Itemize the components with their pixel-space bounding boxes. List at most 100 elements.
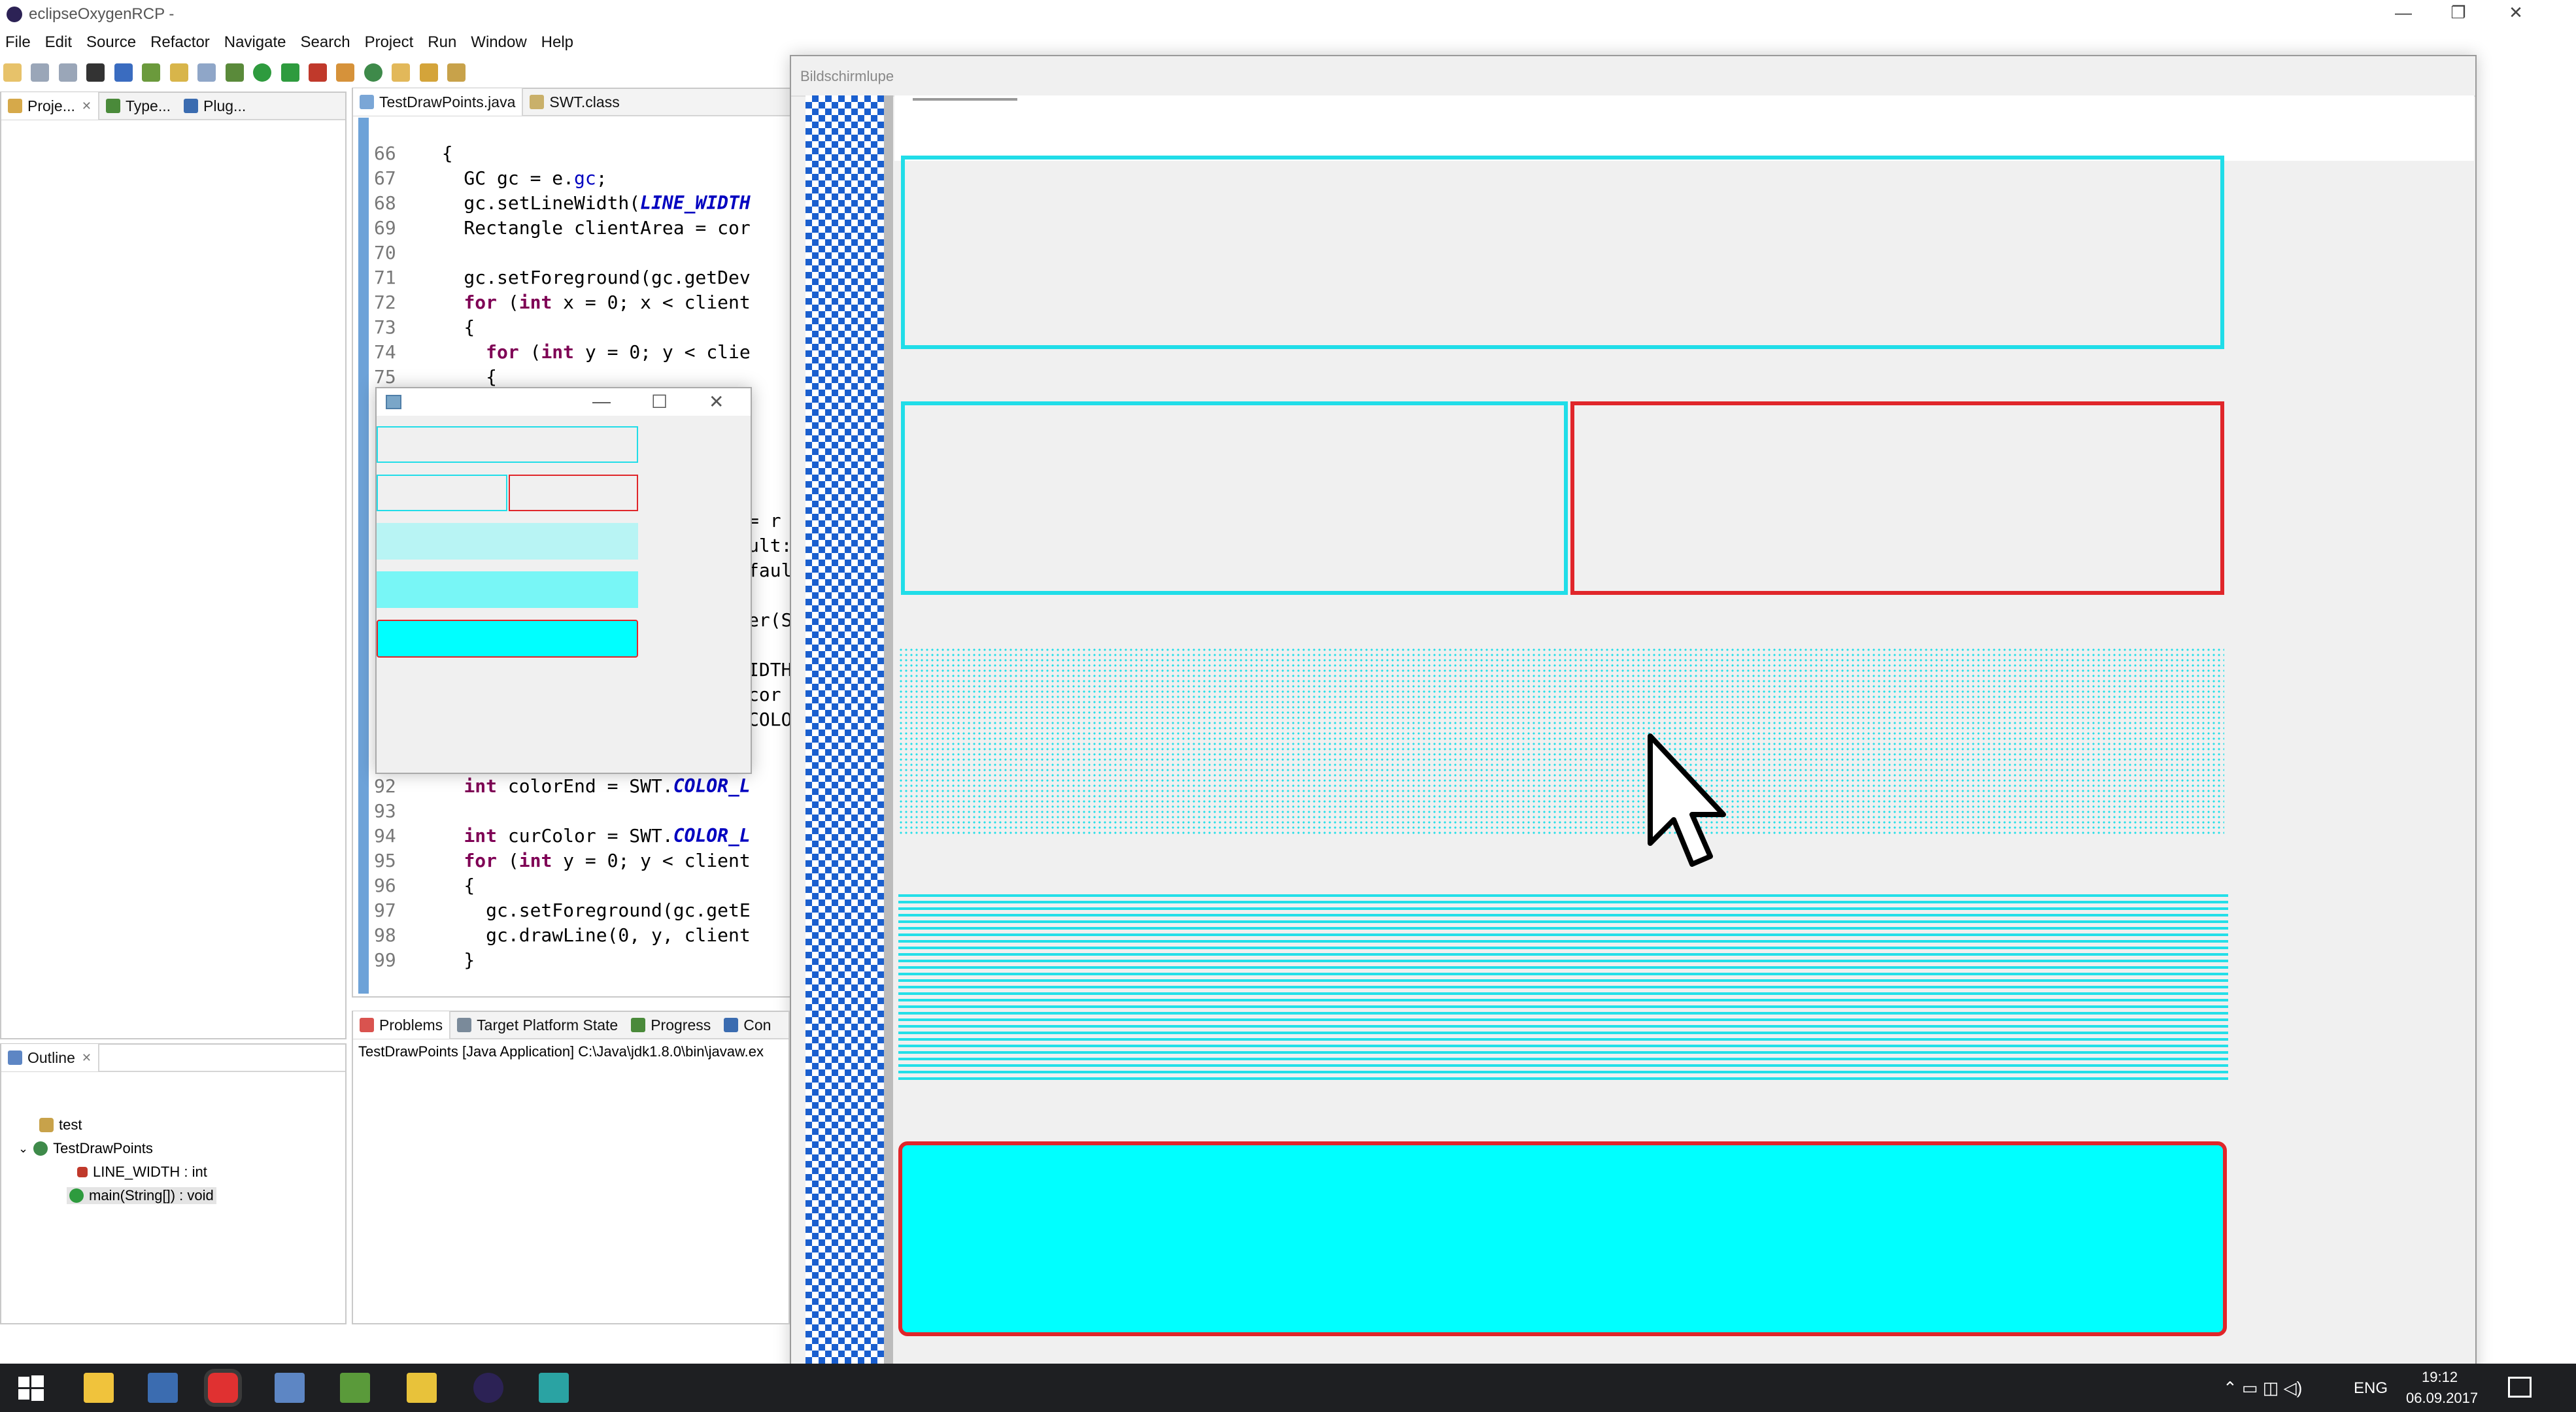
maximize-icon[interactable]: ☐ xyxy=(651,391,668,412)
code-line[interactable]: 69 Rectangle clientArea = cor xyxy=(374,216,751,241)
external-tools-icon[interactable] xyxy=(308,63,327,82)
menu-navigate[interactable]: Navigate xyxy=(224,31,286,54)
outline-tab-row: Outline ✕ xyxy=(1,1044,345,1072)
nav-back-icon[interactable] xyxy=(447,63,466,82)
eclipse-icon[interactable] xyxy=(473,1373,503,1403)
code-text: } xyxy=(420,949,475,971)
method-icon xyxy=(69,1188,84,1203)
skip-breakpoints-icon[interactable] xyxy=(114,63,133,82)
line-number: 75 xyxy=(374,366,396,388)
code-line[interactable]: 68 gc.setLineWidth(LINE_WIDTH xyxy=(374,191,751,216)
code-line[interactable]: 67 GC gc = e.gc; xyxy=(374,166,607,191)
menu-search[interactable]: Search xyxy=(301,31,350,54)
new-package-icon[interactable] xyxy=(336,63,355,82)
app-icon[interactable] xyxy=(275,1373,305,1403)
code-line[interactable]: 96 { xyxy=(374,873,475,898)
minimize-icon[interactable]: — xyxy=(592,391,611,412)
code-line[interactable]: 75 { xyxy=(374,365,497,390)
code-text: gc.drawLine(0, y, client xyxy=(420,924,751,946)
tab-console[interactable]: Con xyxy=(717,1011,777,1039)
editor-tab-row: TestDrawPoints.java SWT.class xyxy=(353,88,795,116)
remote-desktop-icon[interactable] xyxy=(148,1373,178,1403)
clock-date[interactable]: 06.09.2017 xyxy=(2406,1390,2478,1407)
tab-testdrawpoints[interactable]: TestDrawPoints.java xyxy=(353,88,524,116)
code-line[interactable]: 95 for (int y = 0; y < client xyxy=(374,849,751,873)
tab-progress[interactable]: Progress xyxy=(624,1011,717,1039)
clock-time[interactable]: 19:12 xyxy=(2422,1369,2458,1386)
open-folder-icon[interactable] xyxy=(392,63,411,82)
java-window-icon[interactable] xyxy=(539,1373,569,1403)
tab-target-platform[interactable]: Target Platform State xyxy=(450,1011,624,1039)
console-icon xyxy=(724,1018,739,1032)
toggle-icon[interactable] xyxy=(197,63,216,82)
profile-icon[interactable] xyxy=(86,63,105,82)
code-line[interactable]: 72 for (int x = 0; x < client xyxy=(374,290,751,315)
run-icon[interactable] xyxy=(253,63,272,82)
menu-file[interactable]: File xyxy=(5,31,31,54)
tab-project-explorer[interactable]: Proje... ✕ xyxy=(1,92,99,120)
menu-project[interactable]: Project xyxy=(365,31,414,54)
code-line[interactable]: 70 xyxy=(374,241,420,265)
tree-item-method[interactable]: main(String[]) : void xyxy=(67,1187,216,1204)
highlight-icon[interactable] xyxy=(169,63,188,82)
console-tab-row: Problems Target Platform State Progress … xyxy=(353,1011,788,1039)
package-icon xyxy=(39,1118,54,1132)
file-explorer-icon[interactable] xyxy=(84,1373,114,1403)
tree-item-package[interactable]: test xyxy=(39,1117,82,1134)
code-line[interactable]: 66 { xyxy=(374,141,453,166)
tab-type-hierarchy[interactable]: Type... xyxy=(99,92,177,120)
notification-icon[interactable] xyxy=(2508,1377,2532,1398)
minimize-icon[interactable]: — xyxy=(2384,3,2423,23)
close-icon[interactable]: ✕ xyxy=(82,1051,92,1065)
menu-edit[interactable]: Edit xyxy=(45,31,72,54)
open-type-icon[interactable] xyxy=(142,63,161,82)
save-all-icon[interactable] xyxy=(58,63,77,82)
code-line[interactable]: 71 gc.setForeground(gc.getDev xyxy=(374,265,751,290)
mag-dotted-rect xyxy=(898,647,2224,837)
separator-bar xyxy=(884,95,893,1381)
code-text: gc.setLineWidth(LINE_WIDTH xyxy=(420,192,751,214)
menu-source[interactable]: Source xyxy=(86,31,136,54)
coverage-icon[interactable] xyxy=(280,63,299,82)
chevron-down-icon[interactable]: ⌄ xyxy=(18,1142,28,1156)
menu-help[interactable]: Help xyxy=(541,31,573,54)
windows-start-icon[interactable] xyxy=(16,1373,46,1403)
close-icon[interactable]: ✕ xyxy=(82,99,92,113)
restore-icon[interactable]: ❐ xyxy=(2439,3,2478,23)
code-line[interactable]: 97 gc.setForeground(gc.getE xyxy=(374,898,751,923)
vivaldi-icon[interactable] xyxy=(208,1373,238,1403)
line-number: 99 xyxy=(374,949,396,971)
code-line[interactable]: 99 } xyxy=(374,948,475,973)
close-icon[interactable]: ✕ xyxy=(709,391,724,412)
tree-item-field[interactable]: LINE_WIDTH : int xyxy=(77,1164,207,1181)
menu-refactor[interactable]: Refactor xyxy=(150,31,210,54)
left-tab-row: Proje... ✕ Type... Plug... xyxy=(1,92,345,120)
save-icon[interactable] xyxy=(31,63,50,82)
tab-problems[interactable]: Problems xyxy=(353,1011,451,1039)
code-text: GC gc = e.gc; xyxy=(420,167,607,189)
magnifier-window[interactable]: Bildschirmlupe xyxy=(790,55,2477,1381)
code-line[interactable]: 73 { xyxy=(374,315,475,340)
code-line[interactable]: 74 for (int y = 0; y < clie xyxy=(374,340,751,365)
search-icon[interactable] xyxy=(419,63,438,82)
tab-outline[interactable]: Outline ✕ xyxy=(1,1044,99,1071)
new-icon[interactable] xyxy=(3,63,22,82)
close-icon[interactable]: ✕ xyxy=(2496,3,2535,23)
language-indicator[interactable]: ENG xyxy=(2354,1379,2388,1398)
test-shell-window[interactable]: — ☐ ✕ xyxy=(375,387,752,774)
menu-run[interactable]: Run xyxy=(428,31,456,54)
code-line[interactable]: 98 gc.drawLine(0, y, client xyxy=(374,923,751,948)
menu-window[interactable]: Window xyxy=(471,31,526,54)
tree-item-class[interactable]: ⌄ TestDrawPoints xyxy=(18,1140,153,1157)
grid-app-icon[interactable] xyxy=(407,1373,437,1403)
tab-plugins[interactable]: Plug... xyxy=(177,92,252,120)
progress-icon xyxy=(631,1018,646,1032)
tray-icons[interactable]: ⌃ ▭ ◫ ◁) xyxy=(2223,1378,2302,1398)
code-line[interactable]: 93 xyxy=(374,799,420,824)
debug-icon[interactable] xyxy=(225,63,244,82)
code-line[interactable]: 94 int curColor = SWT.COLOR_L xyxy=(374,824,751,849)
tab-swt-class[interactable]: SWT.class xyxy=(523,88,626,116)
code-line[interactable]: 92 int colorEnd = SWT.COLOR_L xyxy=(374,774,751,799)
new-class-icon[interactable] xyxy=(364,63,382,82)
notepad-icon[interactable] xyxy=(340,1373,370,1403)
